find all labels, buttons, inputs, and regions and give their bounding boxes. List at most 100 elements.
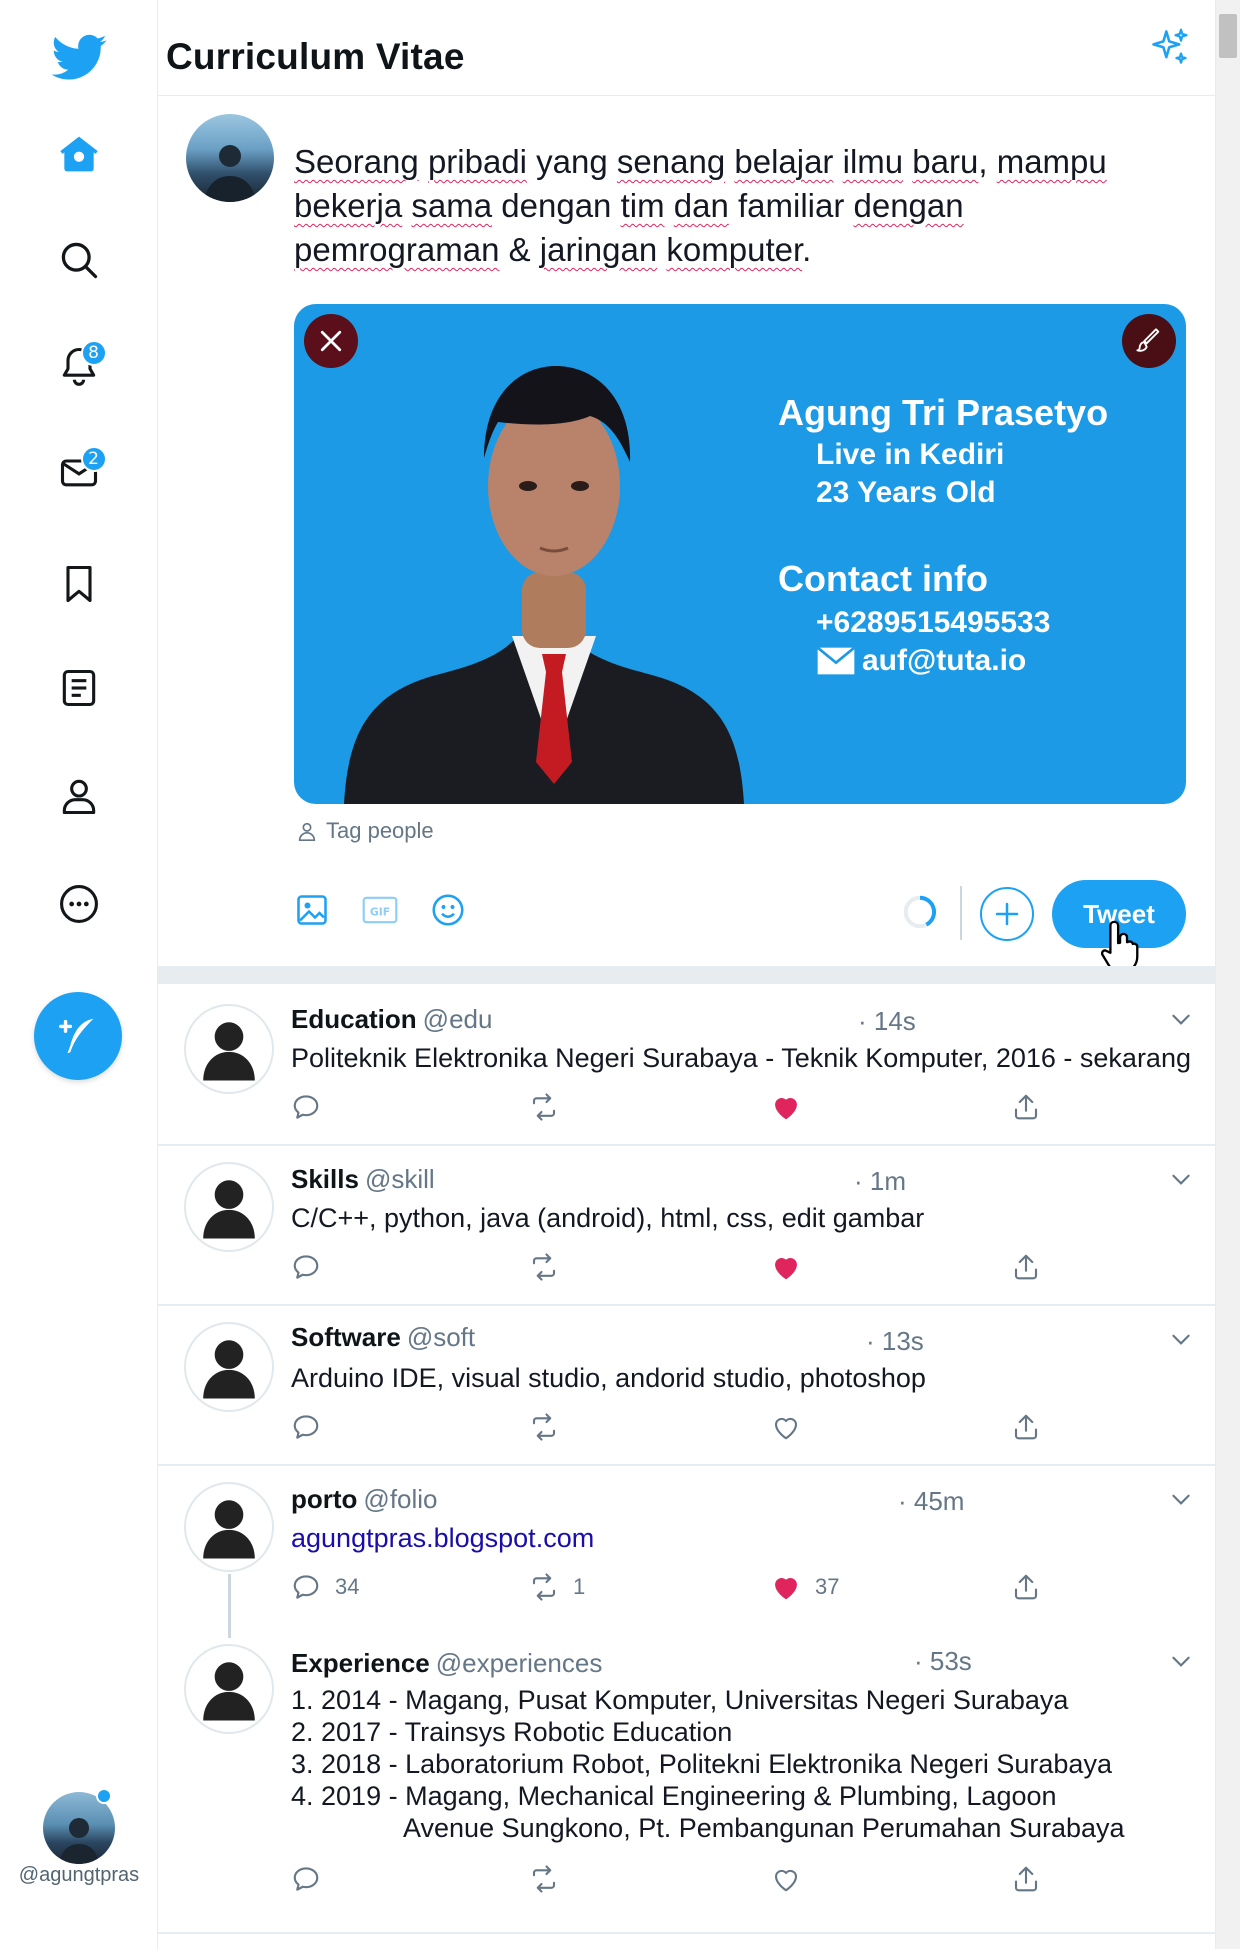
tweet-text: Politeknik Elektronika Negeri Surabaya -…	[291, 1043, 1191, 1073]
reply-button[interactable]	[291, 1864, 321, 1894]
tweet-text: Arduino IDE, visual studio, andorid stud…	[291, 1363, 926, 1393]
messages-badge: 2	[80, 446, 107, 472]
edit-media-button[interactable]	[1122, 314, 1176, 368]
person-icon	[62, 779, 95, 815]
tweet-timestamp[interactable]: · 13s	[866, 1326, 924, 1357]
sidebar-nav: 8 2 @agungtpras	[0, 0, 158, 1949]
misspelled-word: mampu	[996, 143, 1107, 180]
nav-messages[interactable]: 2	[49, 442, 109, 502]
more-icon	[59, 885, 98, 923]
tweet-author-name[interactable]: Education	[291, 1004, 417, 1034]
text-fragment	[903, 143, 912, 180]
default-avatar[interactable]	[184, 1482, 274, 1572]
page-scrollbar[interactable]	[1216, 0, 1240, 1949]
add-thread-button[interactable]	[980, 887, 1034, 941]
nav-lists[interactable]	[49, 658, 109, 718]
default-avatar[interactable]	[184, 1162, 274, 1252]
tweet-timestamp[interactable]: · 1m	[854, 1166, 906, 1197]
scrollbar-thumb[interactable]	[1219, 14, 1237, 58]
share-icon	[1014, 1574, 1038, 1600]
card-email-row: auf@tuta.io	[816, 644, 1026, 678]
share-button[interactable]	[1011, 1864, 1041, 1894]
nav-more[interactable]	[49, 874, 109, 934]
reply-button[interactable]	[291, 1252, 321, 1282]
tweet-porto[interactable]: porto @folio · 45m agungtpras.blogspot.co…	[158, 1466, 1216, 1638]
sidebar-user-handle[interactable]: @agungtpras	[0, 1864, 158, 1887]
nav-notifications[interactable]: 8	[49, 336, 109, 396]
misspelled-word: baru	[912, 143, 979, 180]
share-button[interactable]	[1011, 1092, 1041, 1122]
tweet-author-handle[interactable]: @edu	[423, 1004, 493, 1034]
tweet-link[interactable]: agungtpras.blogspot.com	[291, 1522, 594, 1554]
composer-avatar[interactable]	[186, 114, 274, 202]
reply-button[interactable]: 34	[291, 1572, 359, 1602]
bird-logo-icon[interactable]	[39, 22, 119, 92]
nav-bookmarks[interactable]	[49, 554, 109, 614]
tweet-timestamp[interactable]: · 53s	[914, 1646, 972, 1677]
remove-media-button[interactable]	[304, 314, 358, 368]
text-fragment	[657, 231, 666, 268]
card-age: 23 Years Old	[816, 476, 996, 509]
tweet-author-handle[interactable]: @experiences	[436, 1648, 603, 1678]
share-button[interactable]	[1011, 1572, 1041, 1602]
like-button[interactable]	[771, 1092, 801, 1122]
tweet-author-name[interactable]: Experience	[291, 1648, 430, 1678]
misspelled-word: komputer	[666, 231, 803, 268]
tweet-author-handle[interactable]: @folio	[363, 1484, 437, 1514]
nav-explore[interactable]	[49, 230, 109, 290]
retweet-button[interactable]: 1	[529, 1572, 585, 1602]
heart-outline-icon	[774, 1869, 798, 1892]
chevron-down-icon[interactable]	[1168, 1006, 1194, 1032]
chevron-down-icon[interactable]	[1168, 1326, 1194, 1352]
chevron-down-icon[interactable]	[1168, 1486, 1194, 1512]
like-button[interactable]	[771, 1412, 801, 1442]
list-item: 3. 2018 - Laboratorium Robot, Politekni …	[291, 1749, 1112, 1779]
share-icon	[1014, 1866, 1038, 1892]
misspelled-word: jaringan	[539, 231, 658, 268]
chevron-down-icon[interactable]	[1168, 1166, 1194, 1192]
reply-button[interactable]	[291, 1412, 321, 1442]
tweet-actions	[291, 1412, 1111, 1452]
nav-home[interactable]	[49, 124, 109, 184]
like-button[interactable]	[771, 1252, 801, 1282]
tweet-education[interactable]: Education @edu · 14s Politeknik Elektroni…	[158, 984, 1216, 1146]
share-button[interactable]	[1011, 1252, 1041, 1282]
retweet-button[interactable]	[529, 1252, 559, 1282]
chevron-down-icon[interactable]	[1168, 1648, 1194, 1674]
search-icon	[61, 242, 97, 279]
person-icon	[298, 822, 316, 841]
tweet-experience[interactable]: Experience @experiences · 53s 1. 2014 - M…	[158, 1634, 1216, 1934]
bookmark-icon	[65, 565, 92, 603]
composer-textarea[interactable]: Seorang pribadi yang senang belajar ilmu…	[294, 140, 1174, 272]
tweet-skills[interactable]: Skills @skill · 1m C/C++, python, java (a…	[158, 1146, 1216, 1306]
plus-icon	[995, 902, 1019, 926]
add-emoji-button[interactable]	[428, 890, 468, 930]
tweet-timestamp[interactable]: · 14s	[858, 1006, 916, 1037]
tag-people-button[interactable]: Tag people	[296, 818, 434, 844]
compose-tweet-button[interactable]	[34, 992, 122, 1080]
retweet-button[interactable]	[529, 1412, 559, 1442]
like-button[interactable]	[771, 1864, 801, 1894]
retweet-button[interactable]	[529, 1092, 559, 1122]
sparkle-icon[interactable]	[1148, 26, 1192, 70]
default-avatar[interactable]	[184, 1004, 274, 1094]
add-photo-button[interactable]	[292, 890, 332, 930]
tweet-software[interactable]: Software @soft · 13s Arduino IDE, visual …	[158, 1306, 1216, 1466]
like-button[interactable]: 37	[771, 1572, 839, 1602]
add-gif-button[interactable]: GIF	[360, 890, 400, 930]
share-icon	[1014, 1094, 1038, 1120]
default-avatar[interactable]	[184, 1322, 274, 1412]
tweet-author-name[interactable]: porto	[291, 1484, 357, 1514]
reply-button[interactable]	[291, 1092, 321, 1122]
retweet-button[interactable]	[529, 1864, 559, 1894]
tweet-author-handle[interactable]: @soft	[407, 1322, 475, 1352]
misspelled-word: pemrograman	[294, 231, 500, 268]
nav-profile[interactable]	[49, 766, 109, 826]
share-button[interactable]	[1011, 1412, 1041, 1442]
card-email: auf@tuta.io	[862, 644, 1027, 677]
tweet-author-name[interactable]: Skills	[291, 1164, 359, 1194]
default-avatar[interactable]	[184, 1644, 274, 1734]
tweet-timestamp[interactable]: · 45m	[898, 1486, 964, 1517]
tweet-author-name[interactable]: Software	[291, 1322, 401, 1352]
tweet-author-handle[interactable]: @skill	[365, 1164, 435, 1194]
